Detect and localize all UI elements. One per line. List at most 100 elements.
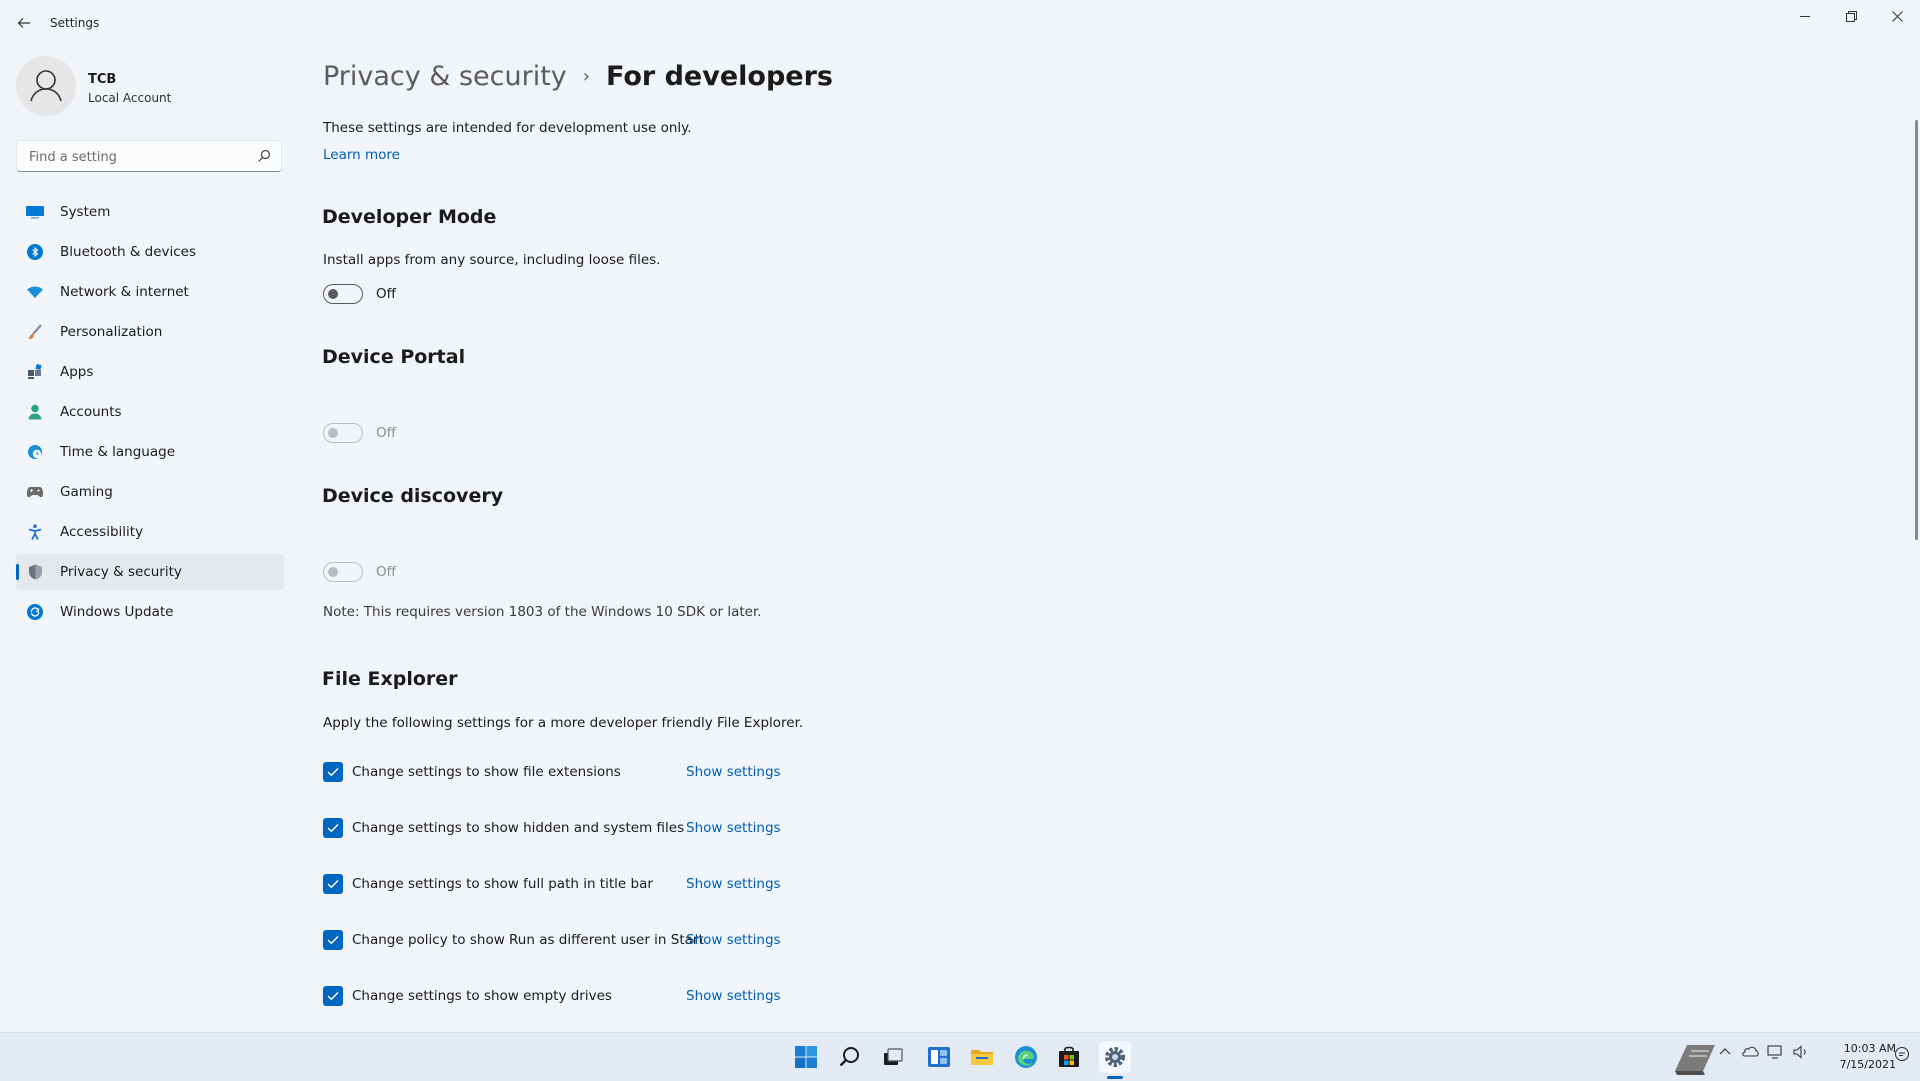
wifi-icon — [26, 283, 44, 301]
sidebar-item-apps[interactable]: Apps — [16, 354, 284, 390]
title-bar: Settings — [0, 0, 1920, 48]
onedrive-icon[interactable] — [1741, 1045, 1759, 1060]
settings-button[interactable] — [1099, 1041, 1131, 1073]
file-explorer-icon — [971, 1050, 993, 1065]
option-label: Change settings to show file extensions — [352, 764, 621, 780]
list-item: Change settings to show file extensions … — [323, 759, 783, 783]
restore-button[interactable] — [1828, 0, 1874, 32]
learn-more-link[interactable]: Learn more — [323, 147, 400, 163]
gamepad-icon — [26, 483, 44, 501]
minimize-icon — [1800, 16, 1810, 17]
monitor-icon — [26, 203, 44, 221]
sdk-note: Note: This requires version 1803 of the … — [323, 604, 762, 620]
task-view-button[interactable] — [877, 1041, 909, 1073]
breadcrumb-parent[interactable]: Privacy & security — [323, 61, 567, 92]
sidebar-item-bluetooth[interactable]: Bluetooth & devices — [16, 234, 284, 270]
sidebar-item-label: Time & language — [60, 444, 176, 460]
show-settings-link[interactable]: Show settings — [686, 876, 781, 892]
toggle-knob — [328, 428, 338, 438]
close-button[interactable] — [1874, 0, 1920, 32]
edge-button[interactable] — [1010, 1041, 1042, 1073]
widgets-icon — [928, 1047, 950, 1067]
scrollbar-thumb[interactable] — [1915, 120, 1918, 540]
sidebar-item-personalization[interactable]: Personalization — [16, 314, 284, 350]
globe-clock-icon — [26, 443, 44, 461]
search-input[interactable] — [27, 147, 251, 167]
sidebar-item-time-language[interactable]: Time & language — [16, 434, 284, 470]
taskbar-search-button[interactable] — [834, 1041, 866, 1073]
developer-mode-toggle[interactable] — [323, 284, 363, 304]
checkmark-icon — [327, 768, 339, 777]
sidebar-item-label: Apps — [60, 364, 94, 380]
sidebar-item-accounts[interactable]: Accounts — [16, 394, 284, 430]
show-settings-link[interactable]: Show settings — [686, 820, 781, 836]
sidebar-item-label: Accessibility — [60, 524, 144, 540]
sidebar-item-label: Bluetooth & devices — [60, 244, 197, 260]
device-portal-state: Off — [376, 425, 396, 441]
network-icon[interactable] — [1767, 1045, 1785, 1062]
volume-icon[interactable] — [1793, 1045, 1809, 1062]
search-box[interactable] — [16, 140, 282, 172]
show-settings-link[interactable]: Show settings — [686, 932, 781, 948]
sidebar-item-label: System — [60, 204, 111, 220]
toggle-knob — [328, 567, 338, 577]
book-icon — [1668, 1037, 1724, 1077]
minimize-button[interactable] — [1782, 0, 1828, 32]
clock-date[interactable]: 7/15/2021 — [1826, 1058, 1896, 1071]
file-explorer-heading: File Explorer — [322, 668, 458, 690]
chevron-right-icon: › — [582, 65, 590, 87]
clock-time[interactable]: 10:03 AM — [1826, 1042, 1896, 1055]
close-icon — [1891, 10, 1903, 22]
device-portal-toggle[interactable] — [323, 423, 363, 443]
sidebar-item-gaming[interactable]: Gaming — [16, 474, 284, 510]
active-app-indicator — [1107, 1076, 1123, 1079]
show-settings-link[interactable]: Show settings — [686, 764, 781, 780]
checkbox[interactable] — [323, 986, 343, 1006]
widgets-button[interactable] — [923, 1041, 955, 1073]
brush-icon — [26, 323, 44, 341]
start-icon — [795, 1046, 817, 1068]
account-type: Local Account — [88, 91, 172, 105]
checkmark-icon — [327, 880, 339, 889]
chevron-up-icon[interactable] — [1719, 1045, 1731, 1059]
list-item: Change settings to show full path in tit… — [323, 871, 783, 895]
search-icon — [258, 149, 271, 162]
sidebar-item-privacy-security[interactable]: Privacy & security — [16, 554, 284, 590]
device-discovery-toggle[interactable] — [323, 562, 363, 582]
sidebar-item-system[interactable]: System — [16, 194, 284, 230]
shield-icon — [26, 563, 44, 581]
apps-icon — [26, 363, 44, 381]
sidebar-item-label: Network & internet — [60, 284, 189, 300]
restore-icon — [1845, 10, 1857, 22]
checkmark-icon — [327, 992, 339, 1001]
sidebar-item-label: Personalization — [60, 324, 163, 340]
file-explorer-button[interactable] — [966, 1041, 998, 1073]
update-icon — [26, 603, 44, 621]
user-name: TCB — [88, 72, 117, 87]
checkmark-icon — [327, 824, 339, 833]
developer-mode-description: Install apps from any source, including … — [323, 252, 661, 268]
sidebar-item-network[interactable]: Network & internet — [16, 274, 284, 310]
checkbox[interactable] — [323, 762, 343, 782]
sidebar-item-label: Gaming — [60, 484, 113, 500]
option-label: Change settings to show hidden and syste… — [352, 820, 685, 836]
taskbar: 10:03 AM 7/15/2021 — [0, 1032, 1920, 1081]
checkbox[interactable] — [323, 874, 343, 894]
avatar — [16, 56, 76, 116]
show-settings-link[interactable]: Show settings — [686, 988, 781, 1004]
list-item: Change policy to show Run as different u… — [323, 927, 783, 951]
toggle-knob — [328, 289, 338, 299]
user-profile[interactable]: TCB Local Account — [16, 56, 286, 118]
notification-icon[interactable] — [1894, 1046, 1910, 1065]
checkbox[interactable] — [323, 930, 343, 950]
checkbox[interactable] — [323, 818, 343, 838]
page-title: For developers — [605, 60, 833, 92]
sidebar-item-accessibility[interactable]: Accessibility — [16, 514, 284, 550]
search-icon — [839, 1047, 859, 1067]
store-button[interactable] — [1053, 1041, 1085, 1073]
store-icon — [1059, 1046, 1079, 1067]
back-button[interactable] — [12, 10, 36, 36]
person-icon — [30, 70, 62, 102]
sidebar-item-windows-update[interactable]: Windows Update — [16, 594, 284, 630]
start-button[interactable] — [790, 1041, 822, 1073]
